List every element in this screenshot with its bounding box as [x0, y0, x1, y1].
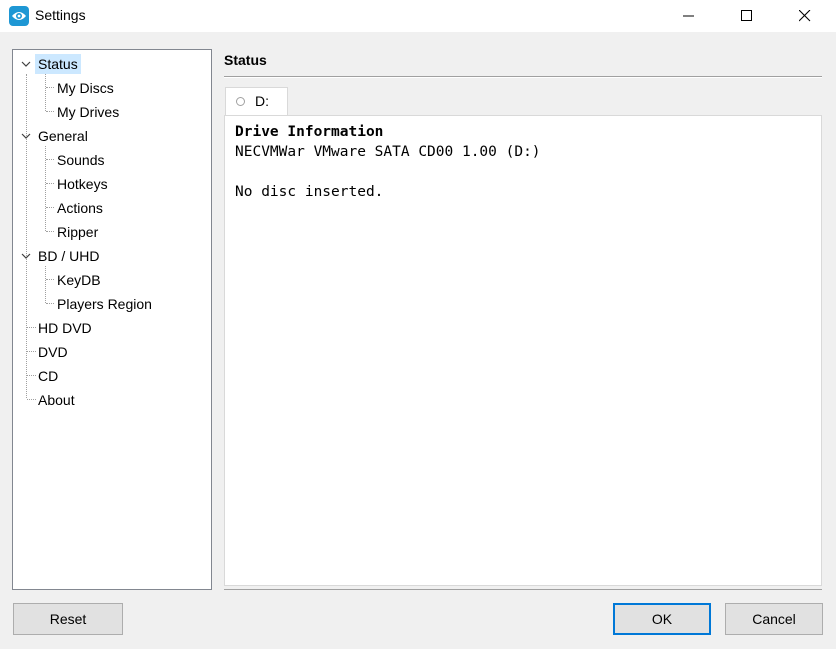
tree-connector: [46, 111, 54, 112]
tree-item-my-discs[interactable]: My Discs: [54, 78, 117, 98]
maximize-icon: [741, 10, 752, 21]
reset-button[interactable]: Reset: [13, 603, 123, 635]
tab-label: D:: [255, 93, 269, 109]
tree-connector: [46, 207, 54, 208]
tree-item-ripper[interactable]: Ripper: [54, 222, 101, 242]
chevron-down-icon[interactable]: [20, 130, 32, 142]
tree-connector: [46, 159, 54, 160]
chevron-down-icon[interactable]: [20, 250, 32, 262]
tree-connector: [46, 303, 54, 304]
eye-icon: [9, 6, 29, 26]
tree-connector: [46, 183, 54, 184]
close-button[interactable]: [782, 0, 828, 32]
drive-info-heading: Drive Information: [235, 124, 384, 140]
tree-item-hd-dvd[interactable]: HD DVD: [35, 318, 95, 338]
tree-connector: [46, 279, 54, 280]
close-icon: [799, 10, 811, 22]
disc-status-message: No disc inserted.: [235, 184, 384, 200]
window-title: Settings: [35, 7, 86, 23]
tree-connector: [45, 266, 46, 303]
tree-item-about[interactable]: About: [35, 390, 78, 410]
minimize-button[interactable]: [666, 0, 712, 32]
tree-item-cd[interactable]: CD: [35, 366, 61, 386]
drive-status-indicator-icon: [236, 97, 245, 106]
tree-item-my-drives[interactable]: My Drives: [54, 102, 122, 122]
section-divider-highlight: [224, 77, 822, 78]
tree-item-hotkeys[interactable]: Hotkeys: [54, 174, 111, 194]
maximize-button[interactable]: [724, 0, 770, 32]
tree-item-keydb[interactable]: KeyDB: [54, 270, 104, 290]
tree-connector: [46, 231, 54, 232]
drive-info-panel: Drive Information NECVMWar VMware SATA C…: [224, 115, 822, 586]
tree-item-players-region[interactable]: Players Region: [54, 294, 155, 314]
settings-tree[interactable]: Status My Discs My Drives General Sounds…: [12, 49, 212, 590]
tree-connector: [45, 74, 46, 111]
tree-connector: [26, 74, 27, 398]
minimize-icon: [683, 15, 694, 17]
ok-button[interactable]: OK: [613, 603, 711, 635]
drive-name: NECVMWar VMware SATA CD00 1.00 (D:): [235, 144, 541, 160]
tree-item-sounds[interactable]: Sounds: [54, 150, 107, 170]
section-title: Status: [224, 52, 267, 68]
tree-item-actions[interactable]: Actions: [54, 198, 106, 218]
tab-drive-d[interactable]: D:: [225, 87, 288, 116]
bottom-divider: [224, 589, 822, 590]
tree-item-general[interactable]: General: [35, 126, 91, 146]
tree-item-bd-uhd[interactable]: BD / UHD: [35, 246, 102, 266]
chevron-down-icon[interactable]: [20, 58, 32, 70]
cancel-button[interactable]: Cancel: [725, 603, 823, 635]
tree-connector: [46, 87, 54, 88]
title-bar: Settings: [0, 0, 836, 32]
tree-item-dvd[interactable]: DVD: [35, 342, 71, 362]
tree-item-status[interactable]: Status: [35, 54, 81, 74]
